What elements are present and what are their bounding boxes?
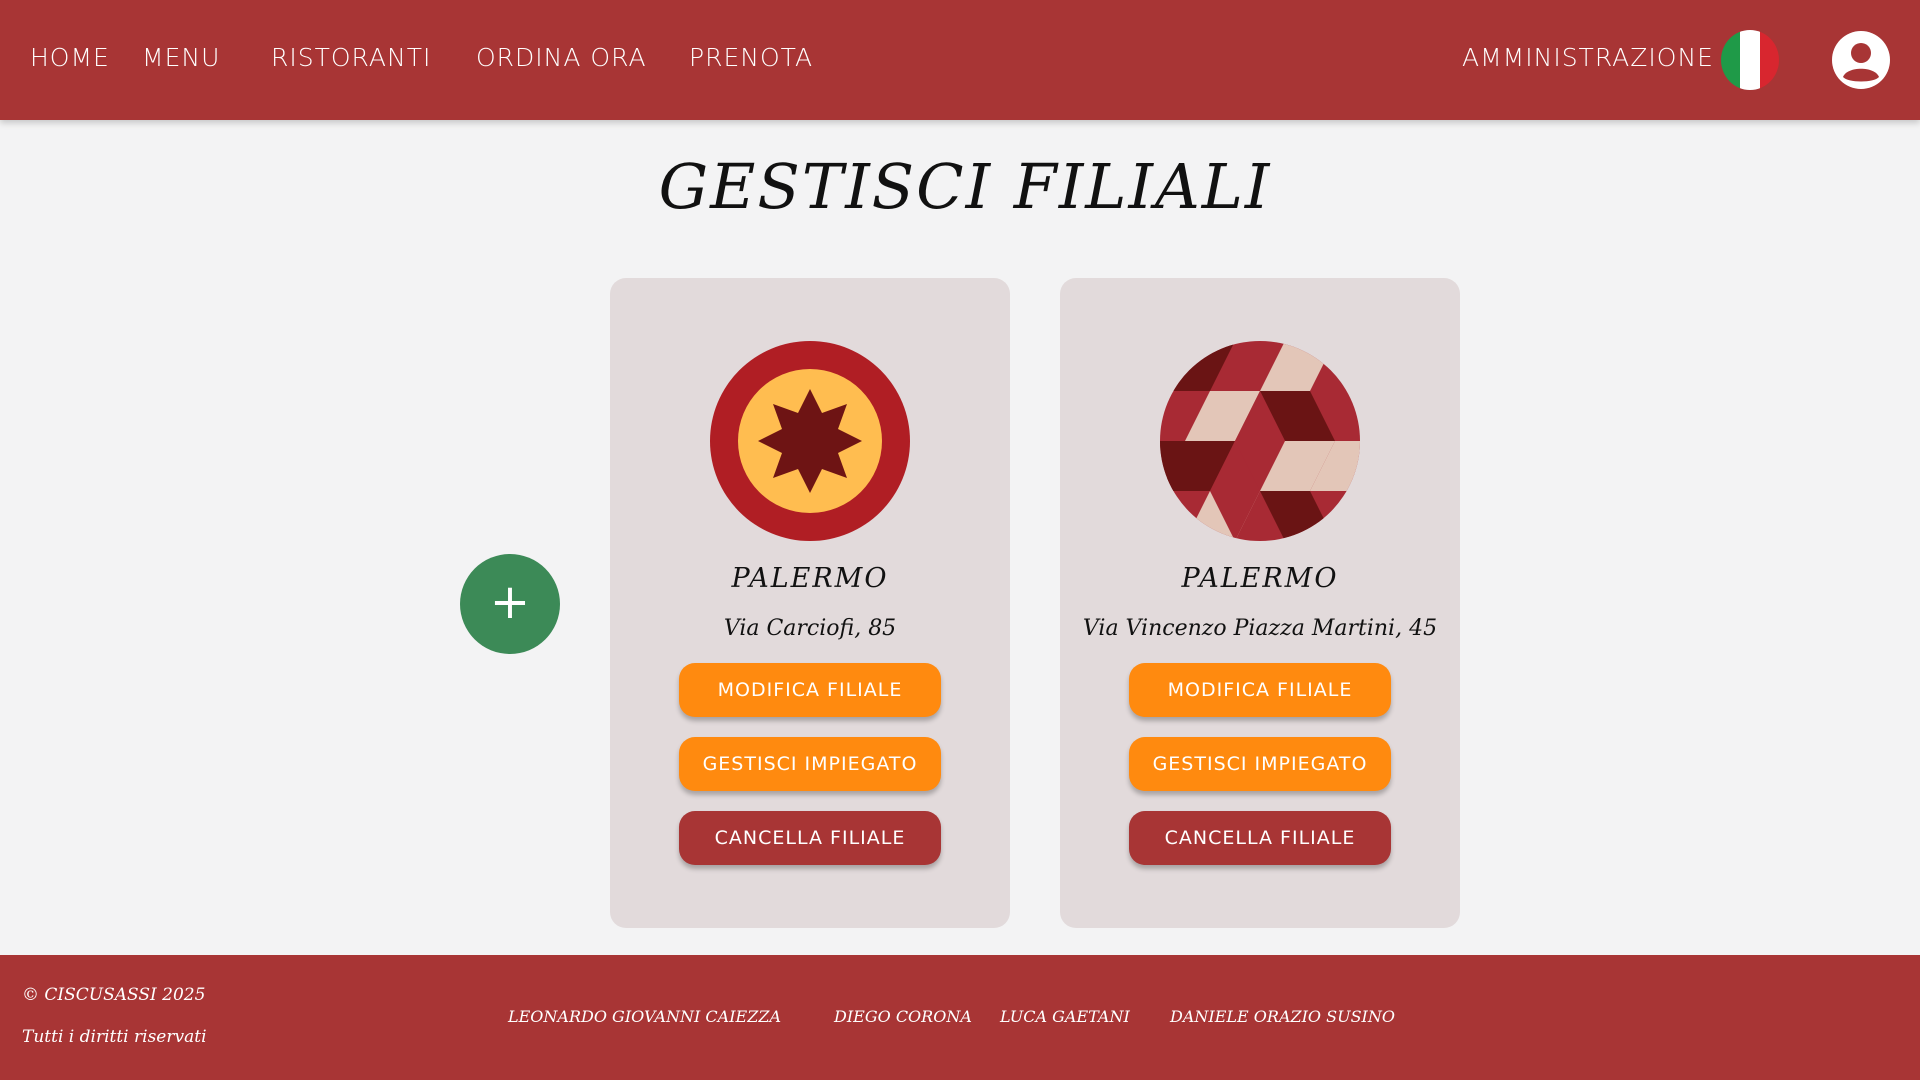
edit-branch-button[interactable]: MODIFICA FILIALE: [679, 663, 941, 717]
sun-star-logo: [710, 341, 910, 541]
nav-home[interactable]: HOME: [30, 43, 110, 72]
edit-branch-button[interactable]: MODIFICA FILIALE: [1129, 663, 1391, 717]
footer-rights: Tutti i diritti riservati: [22, 1027, 207, 1047]
delete-branch-button[interactable]: CANCELLA FILIALE: [679, 811, 941, 865]
nav-amministrazione[interactable]: AMMINISTRAZIONE: [1462, 43, 1714, 72]
cube-pattern-logo: [1160, 341, 1360, 541]
manage-employee-button[interactable]: GESTISCI IMPIEGATO: [1129, 737, 1391, 791]
card-city: PALERMO: [1181, 563, 1339, 594]
card-city: PALERMO: [731, 563, 889, 594]
nav-ristoranti[interactable]: RISTORANTI: [271, 43, 431, 72]
navbar: HOME MENU RISTORANTI ORDINA ORA PRENOTA …: [0, 0, 1920, 120]
card-address: Via Carciofi, 85: [723, 616, 897, 641]
page-title: GESTISCI FILIALI: [658, 150, 1272, 223]
footer-copyright: © CISCUSASSI 2025: [22, 985, 206, 1005]
branch-card: PALERMO Via Carciofi, 85 MODIFICA FILIAL…: [610, 278, 1010, 928]
footer-author: DIEGO CORONA: [834, 1007, 972, 1026]
user-icon[interactable]: [1831, 30, 1891, 90]
footer-author: DANIELE ORAZIO SUSINO: [1170, 1007, 1395, 1026]
card-address: Via Vincenzo Piazza Martini, 45: [1082, 616, 1438, 641]
delete-branch-button[interactable]: CANCELLA FILIALE: [1129, 811, 1391, 865]
add-branch-button[interactable]: +: [460, 554, 560, 654]
branch-card: PALERMO Via Vincenzo Piazza Martini, 45 …: [1060, 278, 1460, 928]
italy-flag-icon[interactable]: [1721, 30, 1779, 90]
manage-employee-button[interactable]: GESTISCI IMPIEGATO: [679, 737, 941, 791]
footer: © CISCUSASSI 2025 Tutti i diritti riserv…: [0, 955, 1920, 1080]
footer-author: LEONARDO GIOVANNI CAIEZZA: [508, 1007, 782, 1026]
nav-menu[interactable]: MENU: [142, 43, 220, 72]
nav-prenota[interactable]: PRENOTA: [689, 43, 813, 72]
footer-author: LUCA GAETANI: [1000, 1007, 1130, 1026]
nav-ordina-ora[interactable]: ORDINA ORA: [476, 43, 647, 72]
